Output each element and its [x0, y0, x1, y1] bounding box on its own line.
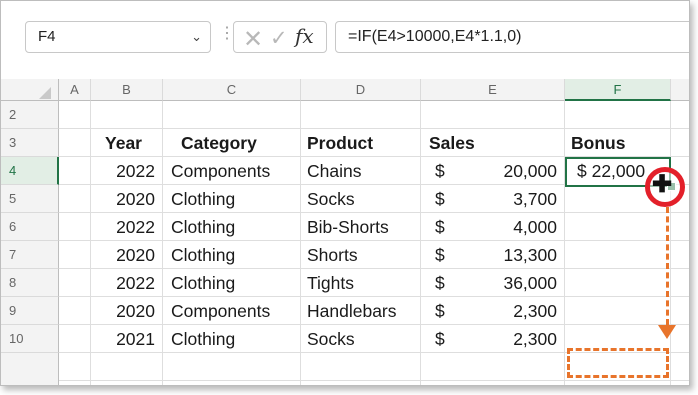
name-box[interactable]: F4 ⌄	[25, 21, 211, 53]
row-header-5[interactable]: 5	[1, 185, 59, 213]
excel-window: F4 ⌄ ⋮ ✕ ✓ fx =IF(E4>10000,E4*1.1,0) A B…	[0, 0, 690, 386]
row-header-2[interactable]: 2	[1, 101, 59, 129]
annotation-arrow-line	[666, 207, 669, 325]
row-header-9[interactable]: 9	[1, 297, 59, 325]
cell-year[interactable]: 2020	[91, 297, 163, 325]
cell-category[interactable]: Clothing	[163, 185, 301, 213]
cell-sales[interactable]: 2,300	[441, 325, 565, 353]
header-product[interactable]: Product	[301, 129, 421, 157]
annotation-target-range	[567, 348, 669, 378]
header-category[interactable]: Category	[163, 129, 301, 157]
cell-sales[interactable]: 13,300	[441, 241, 565, 269]
column-header-b[interactable]: B	[91, 79, 163, 101]
formula-bar-buttons: ✕ ✓ fx	[233, 21, 327, 53]
row-header-3[interactable]: 3	[1, 129, 59, 157]
cell-product[interactable]: Chains	[301, 157, 421, 185]
cell-sales[interactable]: 36,000	[441, 269, 565, 297]
cell-product[interactable]: Socks	[301, 325, 421, 353]
cell-product[interactable]: Shorts	[301, 241, 421, 269]
row-header-6[interactable]: 6	[1, 213, 59, 241]
cell-product[interactable]: Bib-Shorts	[301, 213, 421, 241]
cell-sales[interactable]: 20,000	[441, 157, 565, 185]
cell-product[interactable]: Tights	[301, 269, 421, 297]
formula-bar-grip-icon: ⋮	[219, 25, 235, 42]
chevron-down-icon[interactable]: ⌄	[191, 22, 202, 52]
row-header-7[interactable]: 7	[1, 241, 59, 269]
column-header-f[interactable]: F	[565, 79, 671, 101]
name-box-value: F4	[38, 28, 56, 45]
arrow-down-icon	[658, 325, 676, 339]
check-icon[interactable]: ✓	[270, 26, 288, 51]
cell-category[interactable]: Clothing	[163, 213, 301, 241]
cell-year[interactable]: 2020	[91, 185, 163, 213]
header-sales[interactable]: Sales	[421, 129, 565, 157]
column-header-c[interactable]: C	[163, 79, 301, 101]
row-header-4[interactable]: 4	[1, 157, 59, 185]
cell-category[interactable]: Clothing	[163, 269, 301, 297]
cell-category[interactable]: Components	[163, 157, 301, 185]
cell-year[interactable]: 2022	[91, 213, 163, 241]
crosshair-cursor-icon: ✚	[652, 171, 673, 198]
insert-function-button[interactable]: fx	[295, 24, 314, 48]
cell-year[interactable]: 2022	[91, 157, 163, 185]
gridline	[59, 380, 689, 381]
row-header-10[interactable]: 10	[1, 325, 59, 353]
header-year[interactable]: Year	[101, 129, 163, 157]
cell-sales[interactable]: 2,300	[441, 297, 565, 325]
column-header-a[interactable]: A	[59, 79, 91, 101]
header-bonus[interactable]: Bonus	[565, 129, 671, 157]
select-all-triangle-icon	[39, 87, 51, 99]
column-header-d[interactable]: D	[301, 79, 421, 101]
cell-category[interactable]: Components	[163, 297, 301, 325]
cell-category[interactable]: Clothing	[163, 325, 301, 353]
cell-product[interactable]: Socks	[301, 185, 421, 213]
cell-year[interactable]: 2021	[91, 325, 163, 353]
row-header-11[interactable]	[1, 353, 59, 385]
formula-bar: F4 ⌄ ⋮ ✕ ✓ fx =IF(E4>10000,E4*1.1,0)	[1, 1, 689, 79]
cell-year[interactable]: 2022	[91, 269, 163, 297]
cell-sales[interactable]: 3,700	[441, 185, 565, 213]
cell-year[interactable]: 2020	[91, 241, 163, 269]
cell-sales[interactable]: 4,000	[441, 213, 565, 241]
row-header-8[interactable]: 8	[1, 269, 59, 297]
close-icon[interactable]: ✕	[243, 25, 263, 54]
column-header-next[interactable]	[671, 79, 689, 101]
column-header-e[interactable]: E	[421, 79, 565, 101]
cell-category[interactable]: Clothing	[163, 241, 301, 269]
cell-product[interactable]: Handlebars	[301, 297, 421, 325]
formula-input[interactable]: =IF(E4>10000,E4*1.1,0)	[335, 21, 689, 53]
